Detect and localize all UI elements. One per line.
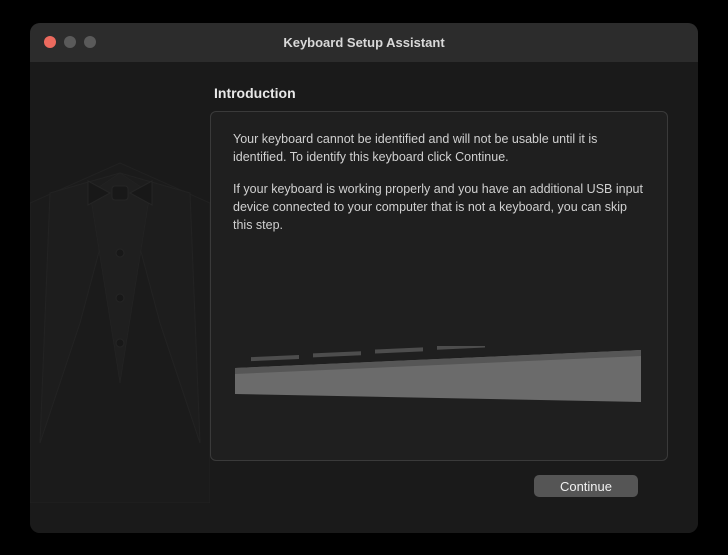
keyboard-icon xyxy=(233,346,643,406)
section-title: Introduction xyxy=(210,85,668,101)
sidebar-illustration xyxy=(30,63,210,533)
close-button[interactable] xyxy=(44,36,56,48)
tuxedo-icon xyxy=(30,123,210,503)
intro-paragraph-2: If your keyboard is working properly and… xyxy=(233,180,645,234)
window-body: Introduction Your keyboard cannot be ide… xyxy=(30,63,698,533)
maximize-button[interactable] xyxy=(84,36,96,48)
window-titlebar: Keyboard Setup Assistant xyxy=(30,23,698,63)
content-panel: Your keyboard cannot be identified and w… xyxy=(210,111,668,461)
intro-paragraph-1: Your keyboard cannot be identified and w… xyxy=(233,130,645,166)
window-title: Keyboard Setup Assistant xyxy=(44,35,684,50)
window-controls xyxy=(44,36,96,48)
button-row: Continue xyxy=(210,461,668,515)
minimize-button[interactable] xyxy=(64,36,76,48)
main-content: Introduction Your keyboard cannot be ide… xyxy=(210,63,698,533)
setup-assistant-window: Keyboard Setup Assistant xyxy=(30,23,698,533)
continue-button[interactable]: Continue xyxy=(534,475,638,497)
